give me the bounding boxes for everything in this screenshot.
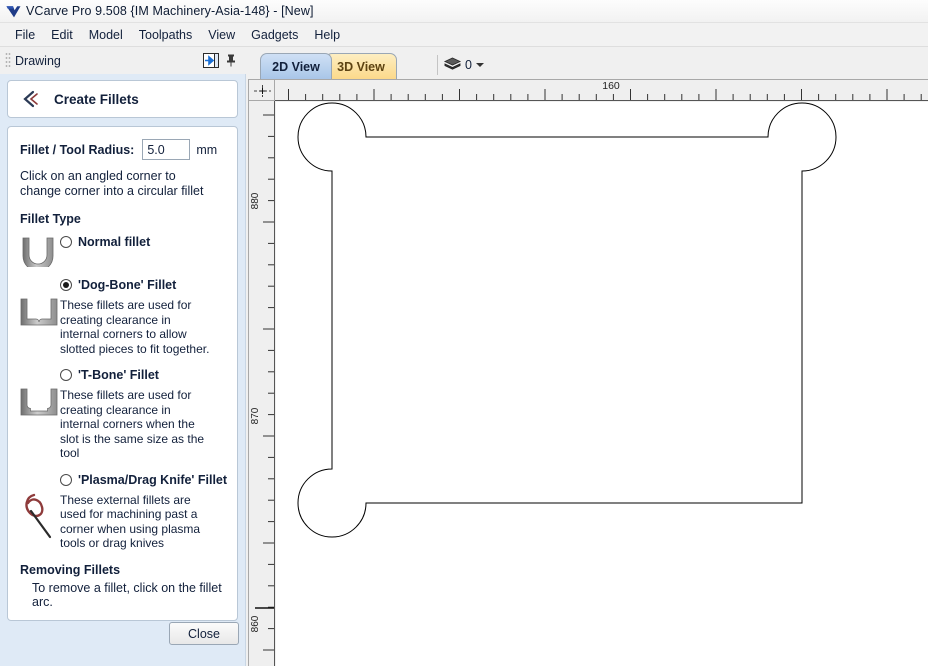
horizontal-ruler[interactable]: 160 xyxy=(275,79,928,101)
layer-selector[interactable]: 0 xyxy=(443,54,484,75)
dog-bone-fillet-thumbnail-icon xyxy=(20,296,60,328)
fillet-radius-unit: mm xyxy=(196,142,218,157)
radio-t-bone-fillet[interactable] xyxy=(60,369,72,381)
fillet-option-tbone-description: These fillets are used for creating clea… xyxy=(60,388,205,460)
fillet-option-tbone[interactable]: 'T-Bone' Fillet These fillets are used f… xyxy=(20,368,227,461)
fillet-radius-row: Fillet / Tool Radius: mm xyxy=(20,139,227,160)
radio-plasma-drag-knife-fillet[interactable] xyxy=(60,473,72,486)
panel-body: Fillet / Tool Radius: mm Click on an ang… xyxy=(7,126,238,621)
removing-fillets-title: Removing Fillets xyxy=(20,562,121,577)
menu-item-toolpaths[interactable]: Toolpaths xyxy=(131,25,201,45)
fillet-option-dogbone[interactable]: 'Dog-Bone' Fillet These fillets are used… xyxy=(20,278,227,356)
create-fillets-panel: Create Fillets Fillet / Tool Radius: mm … xyxy=(0,74,246,666)
vertical-ruler[interactable]: 880 870 860 xyxy=(248,101,275,666)
toolbar-separator xyxy=(437,55,438,75)
plasma-drag-knife-thumbnail-icon xyxy=(20,491,60,547)
normal-fillet-thumbnail-icon xyxy=(20,235,60,267)
drawing-canvas-2d[interactable] xyxy=(276,102,928,666)
layer-count: 0 xyxy=(465,57,472,72)
svg-text:870: 870 xyxy=(250,407,261,424)
menu-bar: File Edit Model Toolpaths View Gadgets H… xyxy=(0,23,928,47)
fillet-option-tbone-label: 'T-Bone' Fillet xyxy=(78,368,159,382)
view-tab-strip: 2D View 3D View 0 xyxy=(247,47,928,79)
svg-text:160: 160 xyxy=(602,80,620,92)
panel-header: Create Fillets xyxy=(7,80,238,118)
back-chevron-icon[interactable] xyxy=(20,90,46,108)
fillet-option-plasma-label: 'Plasma/Drag Knife' Fillet xyxy=(78,472,228,487)
vectric-v-logo-icon xyxy=(6,5,21,17)
fillet-option-plasma-description: These external fillets are used for mach… xyxy=(60,492,201,551)
application-window: VCarve Pro 9.508 {IM Machinery-Asia-148}… xyxy=(0,0,928,666)
fillet-option-dogbone-label: 'Dog-Bone' Fillet xyxy=(78,278,177,292)
drag-grip-icon[interactable] xyxy=(5,52,11,69)
removing-fillets-text: To remove a fillet, click on the fillet … xyxy=(32,580,222,609)
ruler-origin-icon xyxy=(254,85,271,97)
t-bone-fillet-thumbnail-icon xyxy=(20,386,60,418)
tab-3d-view[interactable]: 3D View xyxy=(325,53,397,79)
panel-footer: Close xyxy=(7,622,239,645)
drawing-dock-header: Drawing xyxy=(0,47,246,74)
page-title: Create Fillets xyxy=(54,91,139,107)
title-bar: VCarve Pro 9.508 {IM Machinery-Asia-148}… xyxy=(0,0,928,23)
menu-item-file[interactable]: File xyxy=(7,25,43,45)
chevron-down-icon[interactable] xyxy=(475,62,484,67)
pin-icon[interactable] xyxy=(225,53,238,68)
fillet-option-normal[interactable]: Normal fillet xyxy=(20,235,227,267)
menu-item-gadgets[interactable]: Gadgets xyxy=(243,25,306,45)
fillet-option-plasma[interactable]: 'Plasma/Drag Knife' Fillet These externa… xyxy=(20,473,227,551)
view-area: 2D View 3D View 0 160 880 870 860 xyxy=(247,47,928,666)
svg-text:860: 860 xyxy=(250,615,261,632)
radio-normal-fillet[interactable] xyxy=(60,236,72,248)
menu-item-help[interactable]: Help xyxy=(306,25,348,45)
fillet-option-dogbone-description: These fillets are used for creating clea… xyxy=(60,298,210,356)
window-title: VCarve Pro 9.508 {IM Machinery-Asia-148}… xyxy=(26,4,314,18)
fillet-type-label: Fillet Type xyxy=(20,212,81,226)
fillet-radius-input[interactable] xyxy=(142,139,191,160)
close-button[interactable]: Close xyxy=(169,622,239,645)
ruler-origin-corner[interactable] xyxy=(248,79,275,101)
menu-item-view[interactable]: View xyxy=(200,25,243,45)
layers-stack-icon xyxy=(443,57,462,70)
auto-hide-arrow-icon[interactable] xyxy=(203,52,220,69)
menu-item-model[interactable]: Model xyxy=(81,25,131,45)
menu-item-edit[interactable]: Edit xyxy=(43,25,81,45)
svg-text:880: 880 xyxy=(250,192,261,209)
radio-dog-bone-fillet[interactable] xyxy=(60,279,72,291)
tab-2d-view[interactable]: 2D View xyxy=(260,53,332,79)
fillet-option-normal-label: Normal fillet xyxy=(78,235,151,249)
dock-title: Drawing xyxy=(15,53,61,68)
fillet-radius-label: Fillet / Tool Radius: xyxy=(20,142,135,157)
fillet-hint-text: Click on an angled corner to change corn… xyxy=(20,169,204,198)
